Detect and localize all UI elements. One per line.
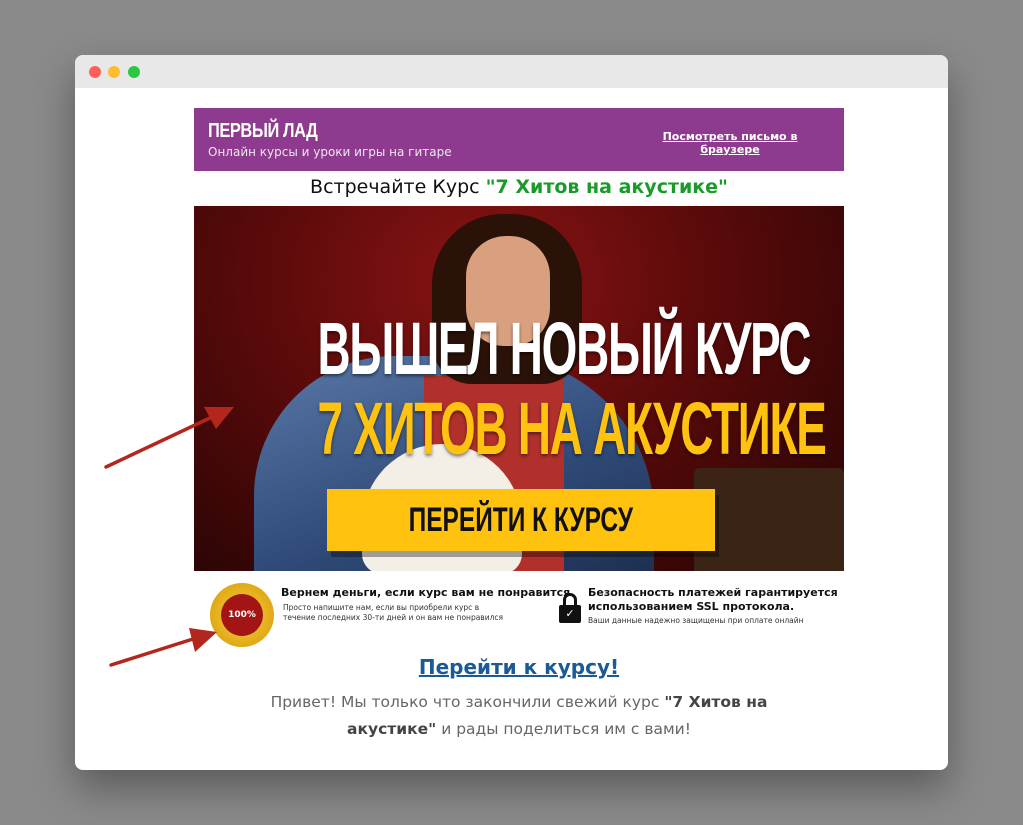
go-to-course-button-label: ПЕРЕЙТИ К КУРСУ <box>408 501 634 539</box>
heading-course-name: "7 Хитов на акустике" <box>485 176 728 198</box>
close-window-button[interactable] <box>89 66 101 78</box>
hero-headline-course-title: 7 ХИТОВ НА АКУСТИКЕ <box>317 387 827 470</box>
brand-tagline: Онлайн курсы и уроки игры на гитаре <box>208 145 452 159</box>
email-content: ПЕРВЫЙ ЛАД Онлайн курсы и уроки игры на … <box>194 108 844 743</box>
window-titlebar <box>75 55 948 88</box>
intro-paragraph: Привет! Мы только что закончили свежий к… <box>194 689 844 743</box>
security-text: Ваши данные надежно защищены при оплате … <box>588 616 804 625</box>
heading-prefix: Встречайте Курс <box>310 176 486 198</box>
brand-logo: ПЕРВЫЙ ЛАД <box>208 120 318 142</box>
annotation-arrow-2 <box>109 628 217 667</box>
money-back-text: Просто напишите нам, если вы приобрели к… <box>283 603 504 622</box>
email-header: ПЕРВЫЙ ЛАД Онлайн курсы и уроки игры на … <box>194 108 844 171</box>
amplifier-image <box>694 468 844 571</box>
hero-headline-new-course: ВЫШЕЛ НОВЫЙ КУРС <box>317 307 812 390</box>
hero-banner[interactable]: ВЫШЕЛ НОВЫЙ КУРС 7 ХИТОВ НА АКУСТИКЕ ПЕР… <box>194 206 844 571</box>
go-to-course-link[interactable]: Перейти к курсу! <box>194 655 844 685</box>
intro-text-part1: Привет! Мы только что закончили свежий к… <box>270 693 665 711</box>
go-to-course-button[interactable]: ПЕРЕЙТИ К КУРСУ <box>327 489 715 551</box>
intro-text-part2: и рады поделиться им с вами! <box>436 720 691 738</box>
course-announcement-heading: Встречайте Курс "7 Хитов на акустике" <box>194 176 844 206</box>
security-title: Безопасность платежей гарантируется испо… <box>588 586 838 613</box>
badge-label: 100% <box>221 594 263 636</box>
annotation-arrow-1 <box>104 407 234 469</box>
lock-icon: ✓ <box>559 593 581 623</box>
view-in-browser-link[interactable]: Посмотреть письмо в браузере <box>660 130 800 156</box>
guarantees-row: 100% Вернем деньги, если курс вам не пон… <box>194 571 844 655</box>
minimize-window-button[interactable] <box>108 66 120 78</box>
maximize-window-button[interactable] <box>128 66 140 78</box>
money-back-title: Вернем деньги, если курс вам не понравит… <box>281 586 571 599</box>
